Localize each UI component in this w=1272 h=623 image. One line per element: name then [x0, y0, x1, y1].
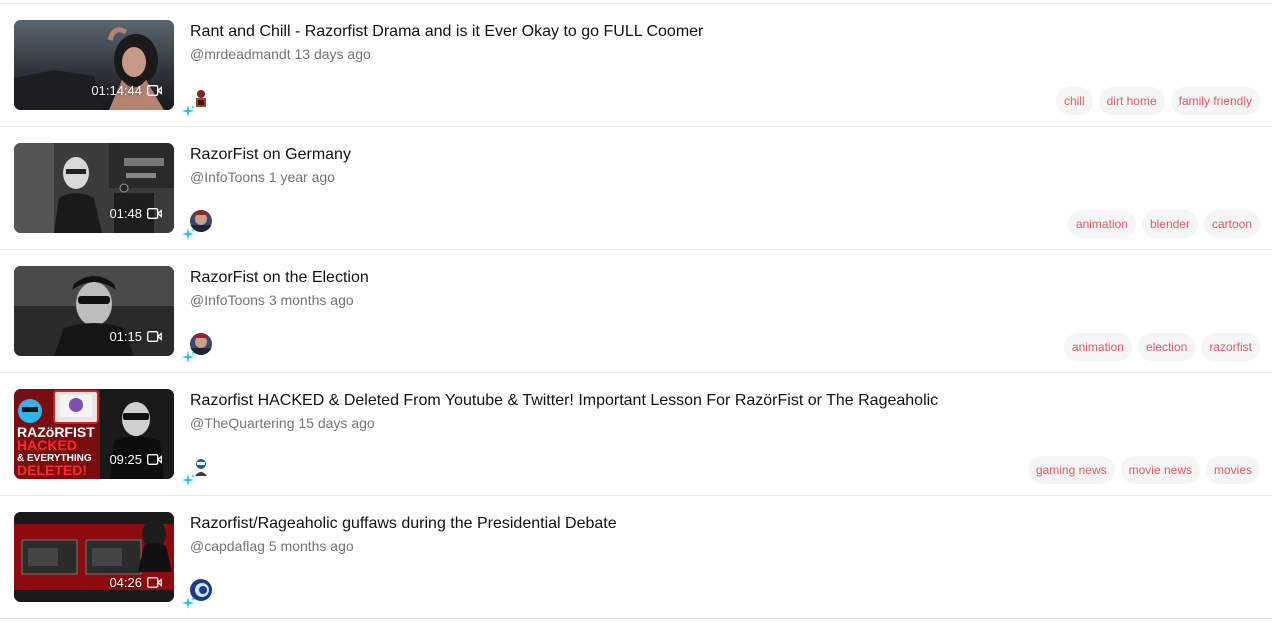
- tag-list: animation election razorfist: [1063, 333, 1260, 361]
- video-thumbnail[interactable]: 01:14:44: [14, 20, 174, 110]
- duration-text: 09:25: [109, 452, 142, 467]
- list-item: 01:48 RazorFist on Germany @InfoToons 1 …: [0, 127, 1272, 250]
- sparkle-icon: [182, 351, 195, 363]
- tag-chip[interactable]: family friendly: [1170, 87, 1260, 115]
- tag-chip[interactable]: cartoon: [1203, 210, 1260, 238]
- upload-age: 1 year ago: [268, 169, 335, 185]
- sparkle-icon: [182, 474, 195, 486]
- tag-chip[interactable]: animation: [1067, 210, 1136, 238]
- tag-chip[interactable]: gaming news: [1027, 456, 1115, 484]
- list-item: 01:15 RazorFist on the Election @InfoToo…: [0, 250, 1272, 373]
- video-meta: @InfoToons 3 months ago: [190, 292, 354, 308]
- tag-chip[interactable]: movie news: [1120, 456, 1200, 484]
- tag-chip[interactable]: blender: [1141, 210, 1198, 238]
- channel-link[interactable]: @mrdeadmandt: [190, 46, 291, 62]
- video-camera-icon: [147, 577, 162, 588]
- duration-badge: 01:14:44: [91, 83, 162, 98]
- upload-age: 5 months ago: [268, 538, 354, 554]
- list-item: RAZöRFIST HACKED & EVERYTHING DELETED! 0…: [0, 373, 1272, 496]
- tag-chip[interactable]: chill: [1055, 87, 1093, 115]
- video-title[interactable]: RazorFist on Germany: [190, 146, 351, 164]
- duration-badge: 01:15: [109, 329, 162, 344]
- tag-list: animation blender cartoon: [1067, 210, 1260, 238]
- video-camera-icon: [147, 454, 162, 465]
- tag-chip[interactable]: movies: [1205, 456, 1260, 484]
- duration-badge: 09:25: [109, 452, 162, 467]
- video-camera-icon: [147, 85, 162, 96]
- duration-text: 01:15: [109, 329, 142, 344]
- duration-text: 04:26: [109, 575, 142, 590]
- tag-list: chill dirt home family friendly: [1055, 87, 1260, 115]
- duration-badge: 04:26: [109, 575, 162, 590]
- tag-chip[interactable]: razorfist: [1201, 333, 1260, 361]
- sparkle-icon: [182, 597, 195, 609]
- video-title[interactable]: Rant and Chill - Razorfist Drama and is …: [190, 23, 703, 41]
- video-camera-icon: [147, 331, 162, 342]
- video-title[interactable]: Razorfist HACKED & Deleted From Youtube …: [190, 392, 938, 410]
- video-thumbnail[interactable]: RAZöRFIST HACKED & EVERYTHING DELETED! 0…: [14, 389, 174, 479]
- upload-age: 13 days ago: [294, 46, 371, 62]
- tag-chip[interactable]: animation: [1063, 333, 1132, 361]
- video-camera-icon: [147, 208, 162, 219]
- tag-chip[interactable]: dirt home: [1098, 87, 1165, 115]
- channel-link[interactable]: @InfoToons: [190, 169, 265, 185]
- video-thumbnail[interactable]: 04:26: [14, 512, 174, 602]
- upload-age: 15 days ago: [298, 415, 375, 431]
- video-meta: @capdaflag 5 months ago: [190, 538, 354, 554]
- video-thumbnail[interactable]: 01:48: [14, 143, 174, 233]
- thumbnail-text: HACKED: [17, 437, 77, 453]
- channel-link[interactable]: @capdaflag: [190, 538, 265, 554]
- video-meta: @InfoToons 1 year ago: [190, 169, 335, 185]
- video-meta: @mrdeadmandt 13 days ago: [190, 46, 371, 62]
- tag-chip[interactable]: election: [1137, 333, 1196, 361]
- duration-badge: 01:48: [109, 206, 162, 221]
- video-meta: @TheQuartering 15 days ago: [190, 415, 375, 431]
- sparkle-icon: [182, 105, 195, 117]
- video-title[interactable]: Razorfist/Rageaholic guffaws during the …: [190, 515, 617, 533]
- list-item: 04:26 Razorfist/Rageaholic guffaws durin…: [0, 496, 1272, 619]
- video-thumbnail[interactable]: 01:15: [14, 266, 174, 356]
- list-item: 01:14:44 Rant and Chill - Razorfist Dram…: [0, 4, 1272, 127]
- channel-link[interactable]: @TheQuartering: [190, 415, 294, 431]
- thumbnail-text: DELETED!: [17, 462, 87, 478]
- duration-text: 01:14:44: [91, 83, 142, 98]
- duration-text: 01:48: [109, 206, 142, 221]
- channel-link[interactable]: @InfoToons: [190, 292, 265, 308]
- video-list: 01:14:44 Rant and Chill - Razorfist Dram…: [0, 3, 1272, 619]
- sparkle-icon: [182, 228, 195, 240]
- tag-list: gaming news movie news movies: [1027, 456, 1260, 484]
- video-title[interactable]: RazorFist on the Election: [190, 269, 369, 287]
- upload-age: 3 months ago: [268, 292, 354, 308]
